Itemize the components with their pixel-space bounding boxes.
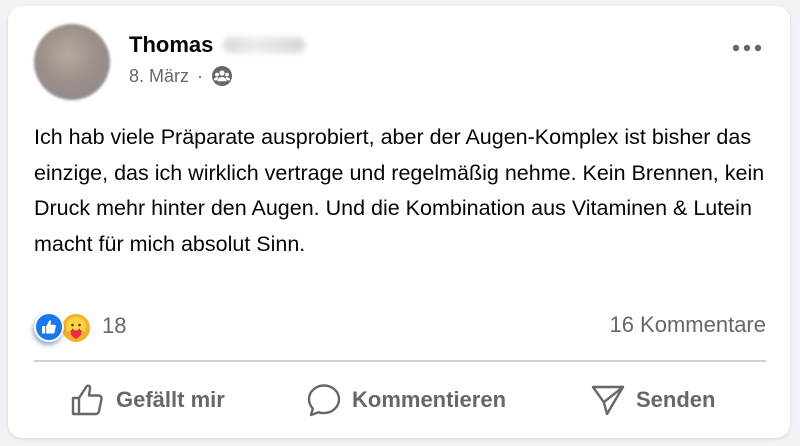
blurred-surname xyxy=(223,37,306,53)
action-bar: Gefällt mir Kommentieren Senden xyxy=(34,376,766,424)
like-icon xyxy=(34,312,64,342)
more-options-icon[interactable] xyxy=(730,36,764,60)
comment-button[interactable]: Kommentieren xyxy=(306,376,506,424)
reaction-count: 18 xyxy=(102,313,127,338)
post-card: Thomas 8. März · Ich hab viele Präparate… xyxy=(8,6,790,438)
avatar[interactable] xyxy=(34,24,110,100)
like-button[interactable]: Gefällt mir xyxy=(70,376,225,424)
like-button-label: Gefällt mir xyxy=(116,387,225,412)
author-name[interactable]: Thomas xyxy=(129,32,213,58)
divider xyxy=(34,360,766,362)
friends-icon[interactable] xyxy=(211,65,233,87)
post-meta: 8. März · xyxy=(129,65,233,87)
post-date[interactable]: 8. März xyxy=(129,66,189,87)
send-icon xyxy=(590,382,626,418)
comment-button-label: Kommentieren xyxy=(352,387,507,412)
author-row: Thomas xyxy=(129,32,306,58)
care-icon xyxy=(60,312,92,344)
reaction-icons xyxy=(34,310,98,344)
share-button-label: Senden xyxy=(636,387,716,412)
thumbs-up-icon xyxy=(70,383,106,417)
share-button[interactable]: Senden xyxy=(590,376,715,424)
comments-count[interactable]: 16 Kommentare xyxy=(609,312,766,338)
post-text: Ich hab viele Präparate ausprobiert, abe… xyxy=(34,125,765,256)
comment-icon xyxy=(306,382,342,418)
reactions-summary[interactable]: 18 xyxy=(34,310,127,344)
meta-separator: · xyxy=(197,65,204,86)
